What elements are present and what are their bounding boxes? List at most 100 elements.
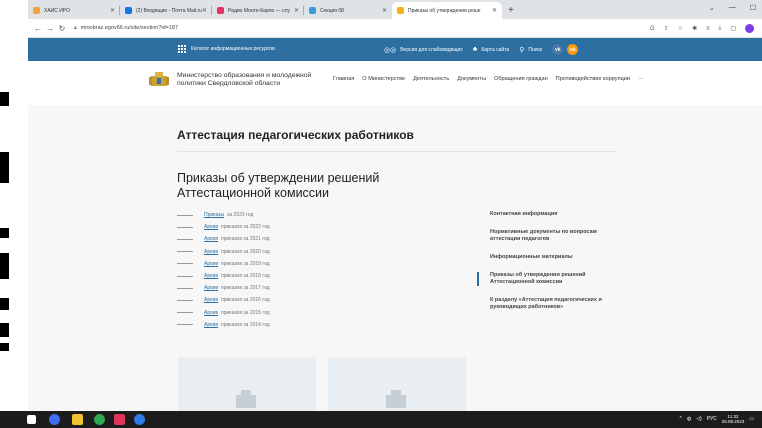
list-item: Архив приказов за 2014 год: [177, 319, 377, 331]
sidebar-item-label: Нормативные документы по вопросам аттест…: [490, 229, 597, 242]
order-link[interactable]: Архив: [204, 249, 218, 255]
tab-close-icon[interactable]: ✕: [202, 7, 207, 14]
sidebar-item-contacts[interactable]: Контактная информация: [477, 211, 617, 218]
order-link[interactable]: Приказы: [204, 212, 224, 218]
sidebar-item-back-to-section[interactable]: К разделу «Аттестация педагогических и р…: [477, 297, 617, 311]
reading-list-icon[interactable]: ≡: [706, 26, 710, 32]
browser-tab[interactable]: Секция 08 ✕: [304, 2, 392, 19]
search-icon[interactable]: [49, 414, 60, 425]
ministry-name[interactable]: Министерство образования и молодежной по…: [177, 72, 337, 88]
yandex-icon[interactable]: [134, 414, 145, 425]
order-text: приказов за 2018 год: [221, 273, 270, 280]
browser-tab-active[interactable]: Приказы об утверждении реше ✕: [392, 2, 502, 19]
order-link[interactable]: Архив: [204, 297, 218, 303]
tab-close-icon[interactable]: ✕: [492, 7, 497, 14]
nav-documents[interactable]: Документы: [457, 76, 486, 82]
card-tile[interactable]: [328, 357, 466, 411]
sidebar-item-regulations[interactable]: Нормативные документы по вопросам аттест…: [477, 229, 617, 243]
catalog-link[interactable]: Каталог информационных ресурсов: [178, 45, 275, 53]
order-link[interactable]: Архив: [204, 285, 218, 291]
chrome-icon[interactable]: [94, 414, 105, 425]
accessibility-link[interactable]: ◎◎ Версия для слабовидящих: [384, 46, 463, 54]
dash-icon: [177, 238, 193, 240]
order-link[interactable]: Архив: [204, 310, 218, 316]
order-link[interactable]: Архив: [204, 224, 218, 230]
page-content: Аттестация педагогических работников При…: [28, 105, 762, 411]
os-taskbar: ^ ◍ ◁) РУС 11:32 25.08.2023 ▭: [0, 411, 762, 428]
left-black-bar: [0, 323, 9, 337]
extensions-icon[interactable]: ✱: [692, 25, 697, 32]
app-icon[interactable]: [114, 414, 125, 425]
order-link[interactable]: Архив: [204, 236, 218, 242]
order-link[interactable]: Архив: [204, 261, 218, 267]
tab-label: ХАИС ИРО: [44, 7, 70, 14]
tab-label: (2) Входящие - Почта Mail.ru: [136, 7, 202, 14]
nav-home[interactable]: Главная: [333, 76, 354, 82]
browser-tab[interactable]: (2) Входящие - Почта Mail.ru ✕: [120, 2, 212, 19]
card-tile[interactable]: [178, 357, 316, 411]
left-black-bar: [0, 343, 9, 351]
chevron-up-icon[interactable]: ^: [679, 416, 681, 422]
download-icon[interactable]: ⤓: [719, 25, 722, 32]
site-header: Министерство образования и молодежной по…: [28, 61, 762, 105]
chevron-down-icon[interactable]: ⌄: [709, 4, 715, 12]
nav-about[interactable]: О Министерстве: [362, 76, 405, 82]
browser-tab[interactable]: ХАИС ИРО ✕: [28, 2, 120, 19]
back-icon[interactable]: ←: [32, 24, 44, 33]
order-text: приказов за 2016 год: [221, 297, 270, 304]
url-field[interactable]: 🔒︎ minobraz.egov66.ru/site/section?id=18…: [74, 25, 178, 31]
nav-appeals[interactable]: Обращения граждан: [494, 76, 548, 82]
sidebar-item-label: Контактная информация: [490, 211, 558, 217]
tab-close-icon[interactable]: ✕: [294, 7, 299, 14]
active-marker: [477, 272, 479, 286]
dash-icon: [177, 226, 193, 228]
translate-icon[interactable]: G: [650, 26, 655, 32]
browser-tab[interactable]: Радио Монте-Карло — слу ✕: [212, 2, 304, 19]
lock-icon[interactable]: 🔒︎: [74, 25, 77, 31]
network-icon[interactable]: ◍: [687, 416, 691, 422]
sidebar-item-materials[interactable]: Информационные материалы: [477, 254, 617, 261]
left-black-bar: [0, 298, 9, 310]
maximize-icon[interactable]: ☐: [750, 4, 756, 12]
tab-label: Секция 08: [320, 7, 344, 14]
left-black-bar: [0, 152, 9, 183]
order-text: приказов за 2021 год: [221, 236, 270, 243]
order-text: приказов за 2019 год: [221, 260, 270, 267]
notification-icon[interactable]: ▭: [749, 416, 754, 422]
clock[interactable]: 11:32 25.08.2023: [722, 414, 745, 424]
sidebar-item-orders[interactable]: Приказы об утверждении решений Аттестаци…: [477, 272, 617, 286]
nav-more[interactable]: ···: [638, 76, 644, 82]
forward-icon[interactable]: →: [44, 24, 56, 33]
minimize-icon[interactable]: —: [729, 4, 736, 12]
order-link[interactable]: Архив: [204, 322, 218, 328]
tab-close-icon[interactable]: ✕: [110, 7, 115, 14]
order-link[interactable]: Архив: [204, 273, 218, 279]
coat-of-arms-icon[interactable]: [149, 71, 169, 87]
tab-close-icon[interactable]: ✕: [382, 7, 387, 14]
share-icon[interactable]: ⇪: [664, 25, 669, 32]
file-explorer-icon[interactable]: [72, 414, 83, 425]
tab-favicon-icon: [397, 7, 404, 14]
nav-anticorruption[interactable]: Противодействие коррупции: [556, 76, 630, 82]
sitemap-label: Карта сайта: [481, 46, 510, 53]
windows-start-icon[interactable]: [27, 415, 36, 424]
vk-icon[interactable]: vk: [552, 44, 564, 55]
volume-icon[interactable]: ◁): [696, 416, 702, 422]
search-label: Поиск: [528, 46, 543, 53]
search-icon: ⚲: [519, 46, 525, 54]
tab-favicon-icon: [309, 7, 316, 14]
order-text: приказов за 2020 год: [221, 248, 270, 255]
language-indicator[interactable]: РУС: [707, 416, 717, 422]
nav-activity[interactable]: Деятельность: [413, 76, 449, 82]
reload-icon[interactable]: ↻: [56, 24, 68, 33]
sitemap-link[interactable]: ♣ Карта сайта: [473, 46, 509, 53]
list-item: Архив приказов за 2018 год: [177, 270, 377, 282]
sidepanel-icon[interactable]: ▢: [730, 25, 736, 32]
profile-avatar[interactable]: [745, 24, 754, 33]
new-tab-button[interactable]: +: [502, 2, 520, 19]
star-icon[interactable]: ☆: [678, 25, 683, 32]
sidebar-item-label: Информационные материалы: [490, 254, 573, 260]
ok-icon[interactable]: ok: [567, 44, 579, 55]
search-link[interactable]: ⚲ Поиск: [519, 46, 542, 54]
list-item: Архив приказов за 2017 год: [177, 282, 377, 294]
